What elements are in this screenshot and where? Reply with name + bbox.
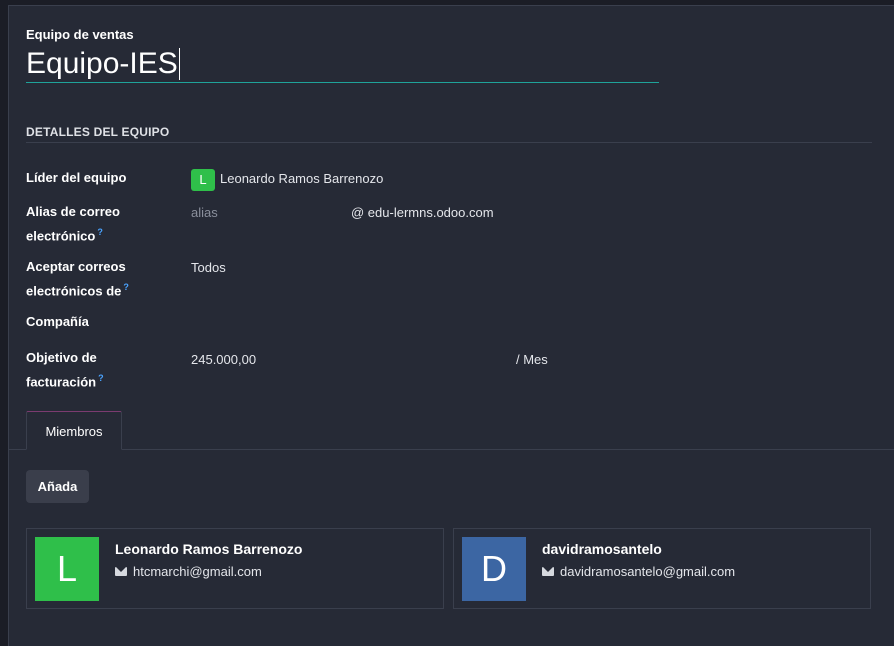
section-title: DETALLES DEL EQUIPO (26, 125, 170, 139)
alias-label-line2: electrónico (26, 228, 96, 244)
tab-divider (9, 449, 894, 450)
add-member-button[interactable]: Añada (26, 470, 89, 503)
accept-label-line2: electrónicos de (26, 283, 122, 299)
member-name: Leonardo Ramos Barrenozo (115, 541, 303, 557)
help-icon[interactable]: ? (98, 373, 104, 383)
accept-emails-select[interactable]: Todos (191, 257, 226, 278)
section-divider (26, 142, 872, 143)
invoicing-target-input[interactable]: 245.000,00 (191, 349, 501, 370)
company-label: Compañía (26, 314, 89, 329)
member-card[interactable]: L Leonardo Ramos Barrenozo htcmarchi@gma… (26, 528, 444, 609)
alias-label-line1: Alias de correo (26, 204, 120, 219)
target-label-line2: facturación (26, 374, 97, 390)
team-name-label: Equipo de ventas (26, 27, 134, 42)
accept-label-line1: Aceptar correos (26, 259, 126, 274)
text-caret (178, 47, 180, 80)
member-email-row: davidramosantelo@gmail.com (542, 564, 735, 579)
team-name-input[interactable]: Equipo-IES (26, 46, 659, 83)
member-email: htcmarchi@gmail.com (133, 564, 262, 579)
member-email: davidramosantelo@gmail.com (560, 564, 736, 579)
alias-label: Alias de correo electrónico? (26, 201, 156, 246)
alias-domain: @ edu-lermns.odoo.com (351, 205, 494, 220)
member-card[interactable]: D davidramosantelo davidramosantelo@gmai… (453, 528, 871, 609)
leader-field[interactable]: L Leonardo Ramos Barrenozo (191, 168, 383, 191)
alias-input[interactable]: alias (191, 202, 341, 223)
leader-value: Leonardo Ramos Barrenozo (220, 171, 384, 186)
envelope-icon (542, 567, 554, 577)
accept-emails-label: Aceptar correos electrónicos de? (26, 256, 156, 301)
member-name: davidramosantelo (542, 541, 662, 557)
help-icon[interactable]: ? (123, 282, 129, 292)
leader-avatar: L (191, 168, 215, 191)
tab-members[interactable]: Miembros (26, 411, 122, 450)
invoicing-target-label: Objetivo de facturación? (26, 347, 156, 392)
member-avatar: D (462, 537, 526, 601)
target-label-line1: Objetivo de (26, 350, 97, 365)
help-icon[interactable]: ? (97, 227, 103, 237)
member-email-row: htcmarchi@gmail.com (115, 564, 262, 579)
company-input[interactable] (191, 311, 491, 332)
leader-label: Líder del equipo (26, 170, 127, 185)
member-avatar: L (35, 537, 99, 601)
envelope-icon (115, 567, 127, 577)
team-name-value: Equipo-IES (26, 47, 178, 80)
invoicing-target-unit: / Mes (516, 352, 548, 367)
form-sheet: Equipo de ventas Equipo-IES DETALLES DEL… (8, 5, 894, 646)
